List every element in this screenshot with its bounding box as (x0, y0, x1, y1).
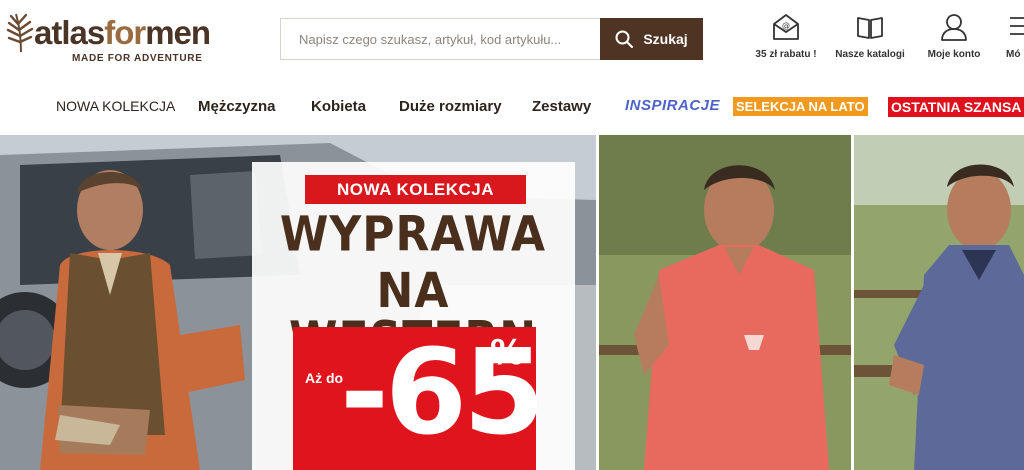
promo-badge: NOWA KOLEKCJA (305, 175, 526, 204)
hero-photo-red-tshirt-man (599, 135, 851, 470)
brand-tagline: MADE FOR ADVENTURE (72, 53, 203, 64)
account-label: Moje konto (927, 49, 981, 60)
nav-item-plus-sizes[interactable]: Duże rozmiary (399, 98, 502, 115)
nav-item-men[interactable]: Mężczyzna (198, 98, 276, 115)
lists-label: Mó (1006, 49, 1021, 60)
discount-label: 35 zł rabatu ! (755, 49, 817, 60)
hero-banner: NOWA KOLEKCJA WYPRAWA NA WESTERN Aż do -… (0, 135, 1024, 470)
hero-banner-tshirt[interactable] (599, 135, 851, 470)
discount-percent-sign: % (490, 333, 525, 373)
search-icon (615, 30, 634, 48)
lists-link[interactable]: Mó (1006, 12, 1024, 60)
account-link[interactable]: Moje konto (918, 12, 990, 60)
main-navigation: NOWA KOLEKCJA Mężczyzna Kobieta Duże roz… (0, 86, 1024, 132)
site-header: atlasformen MADE FOR ADVENTURE Szukaj @ … (0, 0, 1024, 86)
nav-item-inspiration[interactable]: INSPIRACJE (625, 97, 720, 114)
brand-logo[interactable]: atlasformen MADE FOR ADVENTURE (4, 10, 244, 70)
hero-photo-striped-shirt-man (854, 135, 1024, 470)
promo-title-line1: WYPRAWA (279, 206, 547, 263)
fern-logo-icon (6, 13, 34, 53)
discount-newsletter-link[interactable]: @ 35 zł rabatu ! (750, 12, 822, 60)
search-button[interactable]: Szukaj (600, 18, 703, 60)
search-bar: Szukaj (280, 18, 703, 60)
book-icon (857, 17, 883, 39)
hero-main-banner[interactable]: NOWA KOLEKCJA WYPRAWA NA WESTERN Aż do -… (0, 135, 596, 470)
mail-at-icon: @ (773, 14, 799, 40)
discount-prefix: Aż do (305, 370, 344, 386)
nav-item-sets[interactable]: Zestawy (532, 98, 591, 115)
search-input[interactable] (281, 19, 601, 59)
nav-item-new-collection[interactable]: NOWA KOLEKCJA (56, 98, 175, 114)
svg-text:@: @ (782, 21, 790, 30)
brand-wordmark: atlasformen (34, 14, 211, 51)
user-icon (941, 14, 967, 41)
nav-item-women[interactable]: Kobieta (311, 98, 366, 115)
list-icon (1010, 17, 1024, 35)
nav-item-last-chance[interactable]: OSTATNIA SZANSA (888, 97, 1024, 117)
catalogs-label: Nasze katalogi (835, 49, 905, 60)
nav-item-summer-selection[interactable]: SELEKCJA NA LATO (733, 97, 868, 116)
search-button-label: Szukaj (643, 31, 688, 47)
catalogs-link[interactable]: Nasze katalogi (834, 12, 906, 60)
hero-banner-shirt[interactable] (854, 135, 1024, 470)
